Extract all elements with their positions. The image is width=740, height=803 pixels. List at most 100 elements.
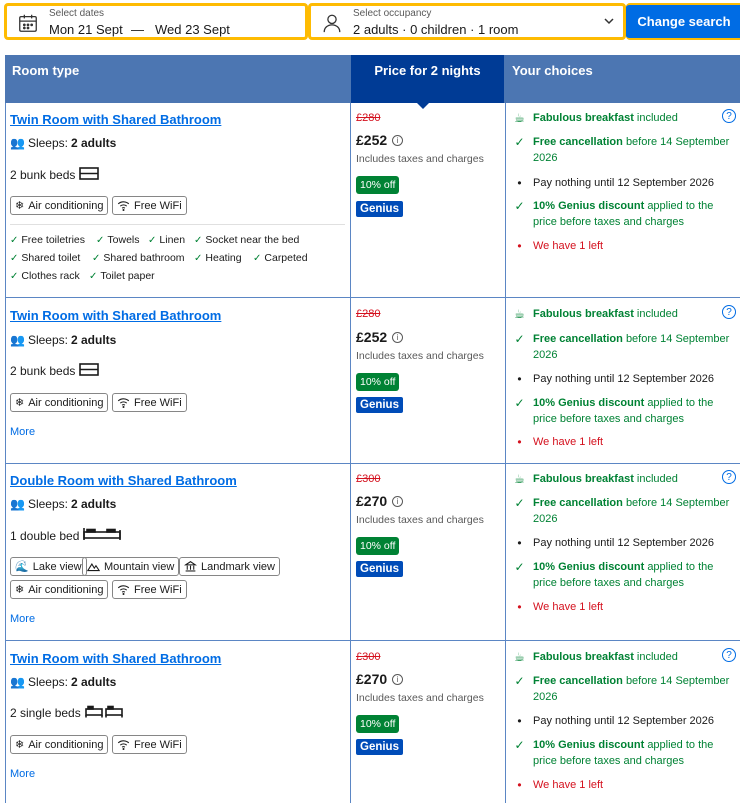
check-icon: ✓ bbox=[92, 252, 101, 264]
col-choices: Your choices bbox=[512, 63, 593, 78]
cancellation-choice: ✓ Free cancellation before 14 September 2… bbox=[514, 135, 730, 164]
check-icon: ✓ bbox=[514, 199, 525, 213]
bullet-icon: • bbox=[517, 536, 522, 550]
taxes-note: Includes taxes and charges bbox=[356, 692, 484, 704]
people-icon: 👥 bbox=[10, 497, 25, 511]
facility-item: ✓ Socket near the bed bbox=[194, 234, 300, 246]
genius-choice: ✓ 10% Genius discount applied to the pric… bbox=[514, 199, 714, 228]
bullet-icon: • bbox=[517, 372, 522, 386]
snowflake-icon: ❄ bbox=[15, 739, 25, 751]
payment-choice: • Pay nothing until 12 September 2026 bbox=[513, 713, 733, 729]
coffee-cup-icon: ☕ bbox=[514, 650, 525, 664]
facility-item: ✓ Carpeted bbox=[253, 252, 308, 264]
sleeps-value: 2 adults bbox=[70, 136, 117, 150]
people-icon: 👥 bbox=[10, 333, 25, 347]
taxes-note: Includes taxes and charges bbox=[356, 350, 484, 362]
info-icon[interactable]: i bbox=[392, 331, 404, 343]
wifi-icon bbox=[117, 585, 130, 595]
amenity-badge: Landmark view bbox=[179, 557, 280, 576]
occupancy-value: 2 adults · 0 children · 1 room bbox=[353, 22, 519, 37]
row-divider bbox=[5, 463, 740, 464]
genius-choice: ✓ 10% Genius discount applied to the pric… bbox=[514, 396, 714, 425]
genius-badge: Genius bbox=[356, 397, 403, 413]
amenity-badge: Free WiFi bbox=[112, 580, 187, 599]
wifi-icon bbox=[117, 740, 130, 750]
more-link[interactable]: More bbox=[10, 613, 35, 625]
row-divider bbox=[5, 297, 740, 298]
sleeps-label: Sleeps: bbox=[27, 136, 68, 150]
room-name-link[interactable]: Twin Room with Shared Bathroom bbox=[10, 651, 221, 666]
more-link[interactable]: More bbox=[10, 768, 35, 780]
amenity-badge: ❄ Air conditioning bbox=[10, 580, 109, 599]
facility-item: ✓ Towels bbox=[96, 234, 140, 246]
double-bed-icon bbox=[83, 527, 122, 544]
question-icon[interactable]: ? bbox=[722, 470, 736, 484]
bullet-icon: • bbox=[517, 239, 522, 253]
check-icon: ✓ bbox=[194, 252, 203, 264]
bed-info: 2 single beds bbox=[10, 705, 123, 721]
amenity-badge: ❄ Air conditioning bbox=[10, 196, 109, 215]
coffee-cup-icon: ☕ bbox=[514, 307, 525, 321]
room-name-link[interactable]: Double Room with Shared Bathroom bbox=[10, 473, 237, 488]
payment-choice: • Pay nothing until 12 September 2026 bbox=[513, 371, 733, 387]
discount-badge: 10% off bbox=[356, 373, 400, 391]
sleeps-info: 👥 Sleeps: 2 adults bbox=[10, 497, 117, 511]
single-bed-icon bbox=[84, 705, 123, 721]
question-icon[interactable]: ? bbox=[722, 305, 736, 319]
table-header: Room type Price for 2 nights Your choice… bbox=[5, 55, 740, 103]
room-name-link[interactable]: Twin Room with Shared Bathroom bbox=[10, 308, 221, 323]
date-separator: — bbox=[131, 22, 144, 37]
price: £270 i bbox=[356, 493, 404, 509]
info-icon[interactable]: i bbox=[392, 673, 404, 685]
discount-badge: 10% off bbox=[356, 537, 400, 555]
question-icon[interactable]: ? bbox=[722, 648, 736, 662]
search-bar: Select dates Mon 21 Sept — Wed 23 Sept S… bbox=[4, 3, 740, 40]
bed-label: 2 bunk beds bbox=[10, 168, 76, 182]
original-price: £300 bbox=[356, 473, 381, 485]
breakfast-choice: ☕ Fabulous breakfast included bbox=[514, 472, 678, 486]
availability-note: • We have 1 left bbox=[513, 434, 733, 450]
genius-badge: Genius bbox=[356, 739, 403, 755]
change-search-button[interactable]: Change search bbox=[626, 3, 740, 40]
genius-choice: ✓ 10% Genius discount applied to the pric… bbox=[514, 738, 714, 767]
facility-item: ✓ Heating bbox=[194, 252, 242, 264]
bullet-icon: • bbox=[517, 435, 522, 449]
check-icon: ✓ bbox=[10, 252, 19, 264]
check-icon: ✓ bbox=[514, 396, 525, 410]
table-border-left bbox=[5, 103, 6, 803]
dates-label: Select dates bbox=[49, 8, 105, 19]
amenity-badge: Free WiFi bbox=[112, 735, 187, 754]
check-icon: ✓ bbox=[148, 234, 157, 246]
column-divider bbox=[505, 103, 506, 803]
availability-note: • We have 1 left bbox=[513, 599, 733, 615]
snowflake-icon: ❄ bbox=[15, 584, 25, 596]
genius-badge: Genius bbox=[356, 561, 403, 577]
bed-info: 2 bunk beds bbox=[10, 363, 100, 379]
amenity-badge: ❄ Air conditioning bbox=[10, 393, 109, 412]
bed-info: 2 bunk beds bbox=[10, 167, 100, 183]
room-name-link[interactable]: Twin Room with Shared Bathroom bbox=[10, 112, 221, 127]
info-icon[interactable]: i bbox=[392, 495, 404, 507]
check-icon: ✓ bbox=[514, 332, 525, 346]
occupancy-label: Select occupancy bbox=[353, 8, 432, 19]
check-icon: ✓ bbox=[514, 135, 525, 149]
taxes-note: Includes taxes and charges bbox=[356, 514, 484, 526]
info-icon[interactable]: i bbox=[392, 134, 404, 146]
question-icon[interactable]: ? bbox=[722, 109, 736, 123]
people-icon: 👥 bbox=[10, 136, 25, 150]
snowflake-icon: ❄ bbox=[15, 397, 25, 409]
column-divider bbox=[350, 103, 351, 803]
check-icon: ✓ bbox=[10, 234, 19, 246]
check-out-date: Wed 23 Sept bbox=[155, 22, 230, 37]
occupancy-picker[interactable]: Select occupancy 2 adults · 0 children ·… bbox=[308, 3, 626, 40]
date-picker[interactable]: Select dates Mon 21 Sept — Wed 23 Sept bbox=[4, 3, 308, 40]
check-icon: ✓ bbox=[10, 270, 19, 282]
taxes-note: Includes taxes and charges bbox=[356, 153, 484, 165]
bullet-icon: • bbox=[517, 176, 522, 190]
cancellation-choice: ✓ Free cancellation before 14 September 2… bbox=[514, 332, 730, 361]
facility-item: ✓ Toilet paper bbox=[89, 270, 155, 282]
chevron-down-icon bbox=[604, 18, 614, 25]
bullet-icon: • bbox=[517, 778, 522, 792]
more-link[interactable]: More bbox=[10, 426, 35, 438]
check-icon: ✓ bbox=[514, 674, 525, 688]
